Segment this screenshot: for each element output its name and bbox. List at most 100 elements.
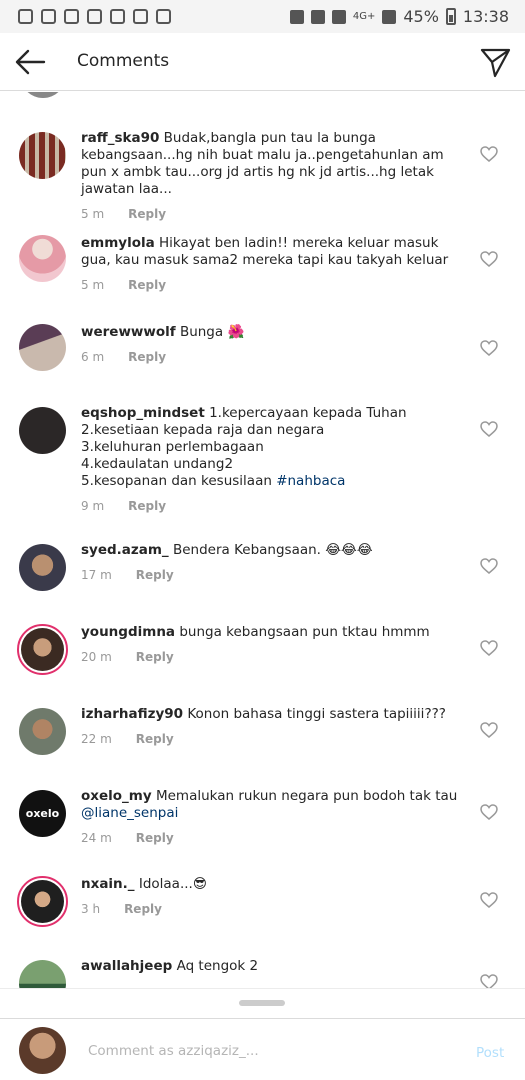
comment-time: 22 m xyxy=(81,732,112,746)
usb-icon xyxy=(87,9,102,24)
avatar[interactable] xyxy=(19,235,66,282)
like-heart-icon[interactable] xyxy=(480,340,498,356)
instagram-icon xyxy=(133,9,148,24)
comment-time: 9 m xyxy=(81,499,105,513)
reply-button[interactable]: Reply xyxy=(136,830,174,847)
comment-list[interactable]: raff_ska90 Budak,bangla pun tau la bunga… xyxy=(0,92,525,988)
comment-meta: 20 m Reply xyxy=(81,649,461,666)
comment-username[interactable]: werewwwolf xyxy=(81,324,176,340)
comment-username[interactable]: awallahjeep xyxy=(81,958,172,974)
like-heart-icon[interactable] xyxy=(480,892,498,908)
reply-button[interactable]: Reply xyxy=(128,277,166,294)
network-type: 4G+ xyxy=(352,11,376,22)
comment-time: 5 m xyxy=(81,207,105,221)
gallery-icon xyxy=(156,9,171,24)
comment-time: 20 m xyxy=(81,650,112,664)
status-bar: 4G+ 45% 13:38 xyxy=(0,0,525,33)
comment-meta: 24 m Reply xyxy=(81,830,461,847)
like-heart-icon[interactable] xyxy=(480,722,498,738)
divider xyxy=(0,988,525,989)
comment-time: 6 m xyxy=(81,350,105,364)
reply-button[interactable]: Reply xyxy=(136,567,174,584)
like-heart-icon[interactable] xyxy=(480,974,498,988)
twitter-icon xyxy=(64,9,79,24)
comment-username[interactable]: izharhafizy90 xyxy=(81,706,183,722)
reply-button[interactable]: Reply xyxy=(124,901,162,918)
avatar[interactable] xyxy=(17,624,68,675)
comment-text: Bunga 🌺 xyxy=(179,324,245,340)
avatar xyxy=(20,92,66,98)
hashtag-link[interactable]: #nahbaca xyxy=(276,473,345,489)
direct-share-icon[interactable] xyxy=(478,45,512,79)
like-heart-icon[interactable] xyxy=(480,640,498,656)
top-bar: Comments xyxy=(0,33,525,91)
reply-button[interactable]: Reply xyxy=(128,206,166,223)
comment-text: Aq tengok 2 xyxy=(176,958,259,974)
comment-input[interactable] xyxy=(88,1043,408,1059)
avatar[interactable] xyxy=(19,407,66,454)
comment-text: Memalukan rukun negara pun bodoh tak tau xyxy=(155,788,458,804)
reply-button[interactable]: Reply xyxy=(128,498,166,515)
comment-username[interactable]: raff_ska90 xyxy=(81,130,159,146)
back-arrow-icon[interactable] xyxy=(14,45,48,79)
comment-username[interactable]: nxain._ xyxy=(81,876,135,892)
mail-icon xyxy=(41,9,56,24)
signal-icon xyxy=(382,9,397,24)
avatar[interactable]: oxelo xyxy=(19,790,66,837)
comment-text-line: 2.kesetiaan kepada raja dan negara xyxy=(81,422,325,438)
mute-icon xyxy=(289,9,304,24)
avatar[interactable] xyxy=(19,132,66,179)
gmail-icon xyxy=(110,9,125,24)
comment-meta: 6 m Reply xyxy=(81,349,461,366)
comment-username[interactable]: youngdimna xyxy=(81,624,175,640)
comment-username[interactable]: syed.azam_ xyxy=(81,542,169,558)
comment-text-line: 3.keluhuran perlembagaan xyxy=(81,439,264,455)
comment-text: Konon bahasa tinggi sastera tapiiiii??? xyxy=(187,706,446,722)
comment-username[interactable]: emmylola xyxy=(81,235,155,251)
comment-text: 1.kepercayaan kepada Tuhan xyxy=(209,405,407,421)
reply-button[interactable]: Reply xyxy=(128,349,166,366)
oxelo-logo: oxelo xyxy=(25,807,60,820)
alarm-icon xyxy=(310,9,325,24)
mention-link[interactable]: @liane_senpai xyxy=(81,805,178,821)
comment-time: 5 m xyxy=(81,278,105,292)
avatar[interactable] xyxy=(19,960,66,988)
comment-meta: 17 m Reply xyxy=(81,567,461,584)
avatar[interactable] xyxy=(17,876,68,927)
battery-percent: 45% xyxy=(403,7,439,26)
comment-meta: 22 m Reply xyxy=(81,731,461,748)
avatar[interactable] xyxy=(19,324,66,371)
comment-text-line: 4.kedaulatan undang2 xyxy=(81,456,234,472)
drag-handle[interactable] xyxy=(239,1000,285,1006)
app-icon xyxy=(18,9,33,24)
like-heart-icon[interactable] xyxy=(480,558,498,574)
avatar[interactable] xyxy=(19,544,66,591)
comment-text: Bendera Kebangsaan. 😂😂😂 xyxy=(172,542,373,558)
battery-icon xyxy=(445,8,456,25)
avatar[interactable] xyxy=(19,708,66,755)
reply-button[interactable]: Reply xyxy=(136,731,174,748)
like-heart-icon[interactable] xyxy=(480,421,498,437)
notification-icons xyxy=(18,9,171,24)
comment-username[interactable]: oxelo_my xyxy=(81,788,152,804)
reply-button[interactable]: Reply xyxy=(136,649,174,666)
comment-composer: Post xyxy=(0,1018,525,1080)
clock: 13:38 xyxy=(462,7,509,26)
comment-meta: 3 h Reply xyxy=(81,901,461,918)
comment-meta: 9 m Reply xyxy=(81,498,461,515)
comment-meta: 5 m Reply xyxy=(81,206,461,223)
post-button[interactable]: Post xyxy=(476,1045,504,1061)
like-heart-icon[interactable] xyxy=(480,804,498,820)
comment-time: 3 h xyxy=(81,902,101,916)
like-heart-icon[interactable] xyxy=(480,146,498,162)
comment-text-line: 5.kesopanan dan kesusilaan xyxy=(81,473,277,489)
system-icons: 4G+ 45% 13:38 xyxy=(289,7,509,26)
comment-text: Idolaa...😎 xyxy=(138,876,207,892)
page-title: Comments xyxy=(77,51,170,71)
like-heart-icon[interactable] xyxy=(480,251,498,267)
comment-time: 24 m xyxy=(81,831,112,845)
avatar xyxy=(19,1027,66,1074)
nfc-icon xyxy=(331,9,346,24)
comment-text: bunga kebangsaan pun tktau hmmm xyxy=(179,624,430,640)
comment-username[interactable]: eqshop_mindset xyxy=(81,405,205,421)
